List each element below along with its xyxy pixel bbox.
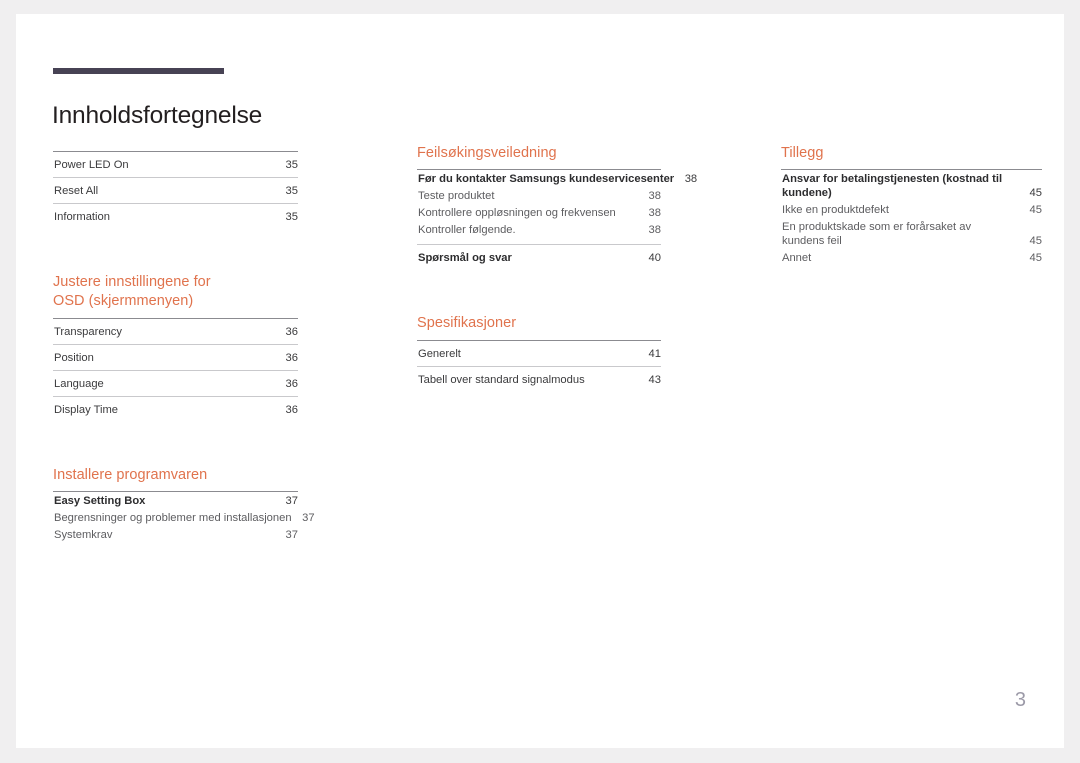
page-number: 3 [1014,689,1026,711]
toc-entry[interactable]: Generelt 41 [417,341,661,366]
toc-entry-page: 36 [285,377,298,390]
toc-entry-label: Kontrollere oppløsningen og frekvensen [418,206,616,219]
toc-entry[interactable]: Language 36 [53,370,298,396]
toc-section-heading-line1: Justere innstillingene for [53,274,211,290]
column-middle: Feilsøkingsveiledning Før du kontakter S… [417,144,697,392]
toc-entry-page: 41 [648,347,661,360]
toc-entry-label: Generelt [418,347,461,360]
toc-entry-label: Kontroller følgende. [418,223,516,236]
toc-entry[interactable]: Information 35 [53,203,298,229]
toc-entry-label: Information [54,210,110,223]
toc-entry[interactable]: Reset All 35 [53,177,298,203]
toc-section-continued: Power LED On 35 Reset All 35 Information… [53,151,298,229]
toc-entry-page: 35 [285,158,298,171]
toc-entry[interactable]: Kontroller følgende. 38 [417,221,661,238]
toc-entry-list: Power LED On 35 Reset All 35 Information… [53,151,298,229]
toc-entry[interactable]: Begrensninger og problemer med installas… [53,509,315,526]
toc-section-heading: Installere programvaren [53,467,208,483]
toc-entry[interactable]: Position 36 [53,344,298,370]
toc-entry-label: Easy Setting Box [54,494,146,507]
toc-section-heading: Feilsøkingsveiledning [417,145,557,161]
toc-entry-list: Før du kontakter Samsungs kundeservicese… [417,169,697,270]
page-title: Innholdsfortegnelse [52,102,263,130]
toc-entry-page: 40 [648,251,661,264]
toc-entry-page: 38 [648,223,661,236]
toc-entry-list: Transparency 36 Position 36 Language 36 … [53,318,298,422]
toc-section-specifications: Spesifikasjoner Generelt 41 Tabell over … [417,314,661,392]
toc-entry-label: Transparency [54,325,122,338]
toc-entry-page: 38 [684,172,698,185]
toc-entry[interactable]: Easy Setting Box 37 [53,492,298,509]
toc-entry-page: 37 [302,511,315,524]
toc-entry-list: Easy Setting Box 37 Begrensninger og pro… [53,491,315,543]
toc-entry-page: 37 [285,494,298,507]
toc-entry[interactable]: Transparency 36 [53,319,298,344]
toc-entry-page: 37 [285,528,298,541]
toc-entry-label: Display Time [54,403,119,416]
toc-entry[interactable]: Display Time 36 [53,396,298,422]
toc-entry-label: Teste produktet [418,189,495,202]
toc-entry[interactable]: Systemkrav 37 [53,526,298,543]
toc-section-heading: Spesifikasjoner [417,315,517,331]
toc-section-heading: Justere innstillingene for OSD (skjermme… [53,273,298,311]
toc-section-osd: Justere innstillingene for OSD (skjermme… [53,273,298,422]
toc-entry-label: Position [54,351,94,364]
toc-entry-label: Ansvar for betalingstjenesten (kostnad t… [782,172,1003,199]
toc-section-heading-line2: OSD (skjermmenyen) [53,293,194,309]
toc-entry[interactable]: Ansvar for betalingstjenesten (kostnad t… [781,170,1042,201]
toc-entry[interactable]: En produktskade som er forårsaket av kun… [781,218,1042,249]
toc-entry[interactable]: Power LED On 35 [53,152,298,177]
column-right: Tillegg Ansvar for betalingstjenesten (k… [781,144,1042,266]
toc-section-software: Installere programvaren Easy Setting Box… [53,466,315,543]
toc-entry-label: Før du kontakter Samsungs kundeservicese… [418,172,675,185]
toc-entry-label: Begrensninger og problemer med installas… [54,511,292,524]
document-page: Innholdsfortegnelse Power LED On 35 Rese… [16,14,1064,748]
toc-entry-page: 45 [1029,234,1042,247]
toc-entry-label: Annet [782,251,812,264]
toc-entry[interactable]: Spørsmål og svar 40 [417,244,661,270]
toc-entry-label: Tabell over standard signalmodus [418,373,585,386]
toc-entry-label: Reset All [54,184,99,197]
toc-entry-page: 36 [285,351,298,364]
title-accent-bar [53,68,224,74]
toc-entry-label: Language [54,377,104,390]
toc-entry-page: 35 [285,210,298,223]
toc-entry[interactable]: Teste produktet 38 [417,187,661,204]
toc-entry-page: 38 [648,206,661,219]
toc-entry[interactable]: Kontrollere oppløsningen og frekvensen 3… [417,204,661,221]
toc-entry-list: Generelt 41 Tabell over standard signalm… [417,340,661,392]
toc-entry-label: Systemkrav [54,528,113,541]
toc-entry-page: 36 [285,325,298,338]
toc-entry-label: Spørsmål og svar [418,251,512,264]
toc-entry[interactable]: Tabell over standard signalmodus 43 [417,366,661,392]
toc-entry[interactable]: Ikke en produktdefekt 45 [781,201,1042,218]
toc-entry-page: 43 [648,373,661,386]
toc-entry-page: 45 [1029,203,1042,216]
toc-entry-page: 36 [285,403,298,416]
toc-entry-page: 45 [1029,186,1042,199]
toc-entry-page: 45 [1029,251,1042,264]
toc-section-appendix: Tillegg Ansvar for betalingstjenesten (k… [781,144,1042,266]
toc-entry-page: 35 [285,184,298,197]
toc-entry[interactable]: Annet 45 [781,249,1042,266]
toc-entry-label: En produktskade som er forårsaket av kun… [782,220,972,247]
toc-section-heading: Tillegg [781,145,824,161]
toc-section-troubleshooting: Feilsøkingsveiledning Før du kontakter S… [417,144,697,270]
toc-entry-label: Power LED On [54,158,129,171]
toc-entry-label: Ikke en produktdefekt [782,203,889,216]
column-left: Power LED On 35 Reset All 35 Information… [53,144,315,543]
toc-entry[interactable]: Før du kontakter Samsungs kundeservicese… [417,170,697,187]
toc-entry-page: 38 [648,189,661,202]
toc-entry-list: Ansvar for betalingstjenesten (kostnad t… [781,169,1042,266]
